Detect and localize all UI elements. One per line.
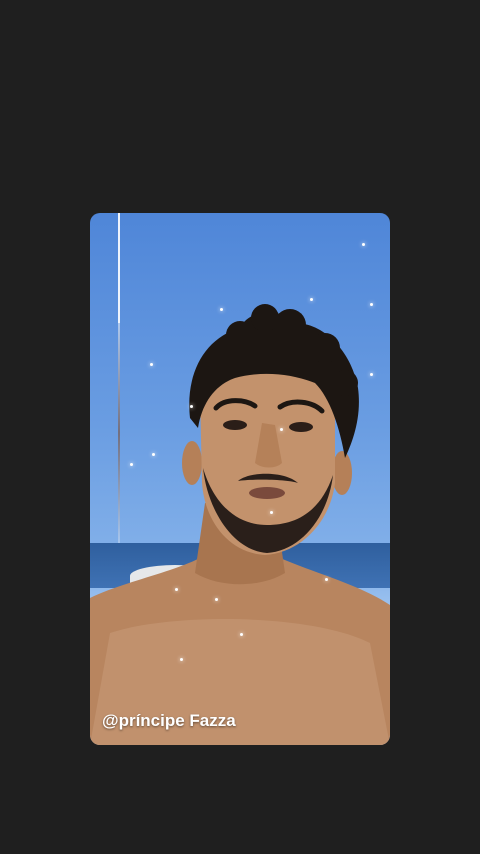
sparkle [240,633,243,636]
sparkle [270,511,273,514]
sparkle [370,303,373,306]
story-viewer-screen: @príncipe Fazza [0,0,480,854]
sparkle [150,363,153,366]
sparkle [130,463,133,466]
sparkle [310,298,313,301]
hair-curl-3 [226,321,254,349]
sparkle [152,453,155,456]
selfie-photo [90,304,390,745]
sparkle [325,578,328,581]
sparkle [215,598,218,601]
mouth [249,487,285,499]
sparkle [220,308,223,311]
hair-curl-5 [332,370,358,396]
story-caption: @príncipe Fazza [102,711,236,730]
left-ear [182,441,202,485]
right-eye [289,422,313,432]
sparkle [180,658,183,661]
sparkle [370,373,373,376]
hair-curl-4 [310,333,340,363]
left-eye [223,420,247,430]
story-progress-bar [118,213,120,323]
hair-curl-2 [274,309,306,341]
sparkle [175,588,178,591]
sparkle [280,428,283,431]
glitch-effect-line [118,323,120,543]
story-card[interactable]: @príncipe Fazza [90,213,390,745]
sparkle [362,243,365,246]
sparkle [190,405,193,408]
